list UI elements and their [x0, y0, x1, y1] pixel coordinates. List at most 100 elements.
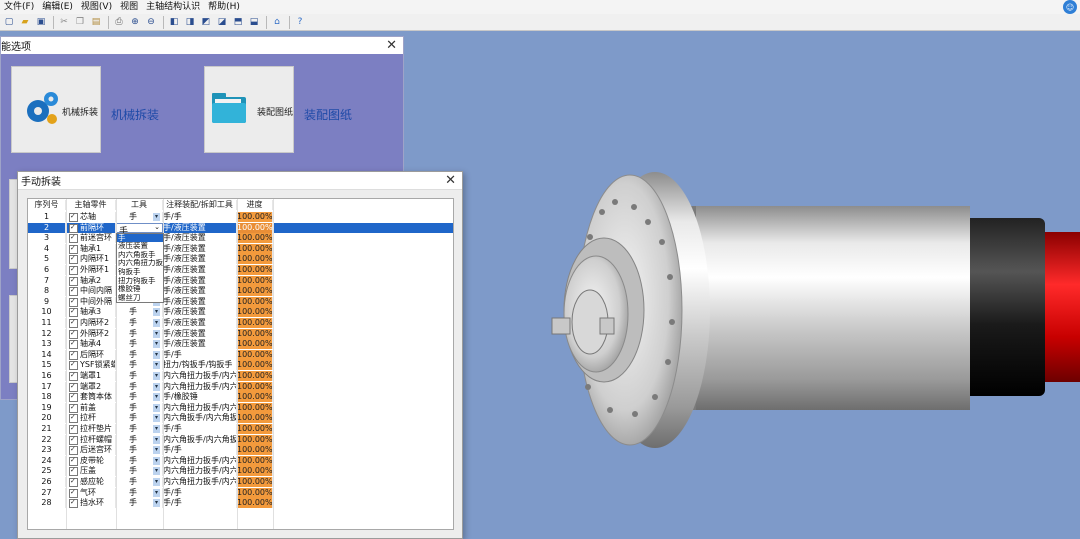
open-folder-icon[interactable]: ▰ [18, 16, 32, 29]
tool-select[interactable]: 手▾ [116, 413, 163, 424]
tool-select[interactable]: 手▾ [116, 402, 163, 413]
part-checkbox[interactable] [69, 488, 78, 498]
menu-help[interactable]: 帮助(H) [204, 0, 244, 14]
table-row[interactable]: 13轴承4手▾手/液压装置100.00% [28, 339, 453, 350]
dropdown-option[interactable]: 液压装置 [117, 242, 163, 251]
table-row[interactable]: 6外隔环1▾手/液压装置100.00% [28, 265, 453, 275]
table-row[interactable]: 27气环手▾手/手100.00% [28, 487, 453, 498]
tool-select[interactable]: 手▾ [116, 392, 163, 403]
part-checkbox[interactable] [69, 371, 78, 381]
dropdown-arrow-icon[interactable]: ▾ [153, 488, 160, 497]
table-row[interactable]: 18套筒本体手▾手/橡胶锤100.00% [28, 392, 453, 403]
part-checkbox[interactable] [69, 424, 78, 434]
dropdown-arrow-icon[interactable]: ▾ [153, 435, 160, 444]
table-row[interactable]: 2前隔环手▾手/液压装置100.00% [28, 222, 453, 233]
menu-spindle-structure[interactable]: 主轴结构认识 [142, 0, 204, 14]
zoom-in-icon[interactable]: ⊕ [128, 16, 142, 29]
home-icon[interactable]: ⌂ [270, 16, 284, 29]
part-checkbox[interactable] [69, 350, 78, 360]
dropdown-option[interactable]: 扭力钩扳手 [117, 277, 163, 286]
part-checkbox[interactable] [69, 286, 78, 297]
tool-select[interactable]: 手▾ [116, 466, 163, 477]
part-checkbox[interactable] [69, 244, 78, 254]
table-row[interactable]: 10轴承3手▾手/液压装置100.00% [28, 307, 453, 318]
cut-icon[interactable]: ✂ [57, 16, 71, 29]
new-file-icon[interactable]: ▢ [2, 16, 16, 29]
dropdown-arrow-icon[interactable]: ▾ [153, 308, 160, 317]
dropdown-arrow-icon[interactable]: ▾ [153, 393, 160, 402]
dropdown-arrow-icon[interactable]: ▾ [153, 446, 160, 455]
save-icon[interactable]: ▣ [34, 16, 48, 29]
dropdown-option[interactable]: 橡胶锤 [117, 285, 163, 294]
user-badge-icon[interactable]: ☺ [1063, 0, 1077, 14]
tool-select[interactable]: 手▾ [116, 477, 163, 487]
menu-view-v[interactable]: 视图(V) [77, 0, 116, 14]
options-close-icon[interactable]: ✕ [386, 39, 397, 52]
dropdown-arrow-icon[interactable]: ▾ [153, 329, 160, 338]
tool-combo-open[interactable]: 手 ⌄ [116, 222, 163, 237]
view-left-icon[interactable]: ◩ [199, 16, 213, 29]
help-icon[interactable]: ? [293, 16, 307, 29]
part-checkbox[interactable] [69, 212, 78, 222]
tool-select[interactable]: 手▾ [116, 212, 163, 222]
menu-file[interactable]: 文件(F) [0, 0, 38, 14]
menu-edit[interactable]: 编辑(E) [38, 0, 77, 14]
table-row[interactable]: 21拉杆垫片手▾手/手100.00% [28, 424, 453, 434]
part-checkbox[interactable] [69, 297, 78, 307]
table-row[interactable]: 12外隔环2手▾手/液压装置100.00% [28, 328, 453, 339]
tool-select[interactable]: 手▾ [116, 498, 163, 509]
table-row[interactable]: 4轴承1▾手/液压装置100.00% [28, 243, 453, 254]
tool-select[interactable]: 手▾ [116, 455, 163, 466]
part-checkbox[interactable] [69, 445, 78, 456]
dropdown-arrow-icon[interactable]: ▾ [153, 425, 160, 433]
part-checkbox[interactable] [69, 392, 78, 403]
part-checkbox[interactable] [69, 466, 78, 477]
table-row[interactable]: 1芯轴手▾手/手100.00% [28, 212, 453, 222]
dropdown-arrow-icon[interactable]: ▾ [153, 361, 160, 370]
table-row[interactable]: 24皮带轮手▾内六角扭力扳手/内六100.00% [28, 455, 453, 466]
part-checkbox[interactable] [69, 329, 78, 339]
view-bottom-icon[interactable]: ⬓ [247, 16, 261, 29]
dropdown-arrow-icon[interactable]: ▾ [153, 403, 160, 412]
part-checkbox[interactable] [69, 339, 78, 350]
part-checkbox[interactable] [69, 413, 78, 424]
dropdown-arrow-icon[interactable]: ▾ [153, 213, 160, 221]
tool-select[interactable]: 手▾ [116, 339, 163, 350]
table-row[interactable]: 7轴承2▾手/液压装置100.00% [28, 275, 453, 286]
dropdown-option[interactable]: 内六角扳手 [117, 251, 163, 260]
part-checkbox[interactable] [69, 254, 78, 265]
table-row[interactable]: 15YSF锁紧螺手▾扭力/钩扳手/钩扳手100.00% [28, 360, 453, 371]
tile-assembly-drawings[interactable]: 装配图纸 [204, 66, 294, 153]
tile-big-label-mechanical[interactable]: 机械拆装 [111, 106, 159, 123]
dialog-close-icon[interactable]: ✕ [445, 174, 456, 187]
tool-select[interactable]: 手▾ [116, 328, 163, 339]
table-row[interactable]: 20拉杆手▾内六角扳手/内六角扳100.00% [28, 413, 453, 424]
view-top-icon[interactable]: ⬒ [231, 16, 245, 29]
part-checkbox[interactable] [69, 435, 78, 445]
chevron-down-icon[interactable]: ⌄ [154, 223, 160, 231]
table-row[interactable]: 3前迷宫环▾手/液压装置100.00% [28, 233, 453, 244]
dropdown-arrow-icon[interactable]: ▾ [153, 478, 160, 486]
part-checkbox[interactable] [69, 223, 78, 233]
paste-icon[interactable]: ▤ [89, 16, 103, 29]
table-row[interactable]: 23后迷宫环手▾手/手100.00% [28, 445, 453, 456]
dropdown-arrow-icon[interactable]: ▾ [153, 350, 160, 359]
tool-select[interactable]: 手▾ [116, 307, 163, 318]
dropdown-option[interactable]: 螺丝刀 [117, 294, 163, 303]
dropdown-option[interactable]: 内六角扭力扳手 [117, 259, 163, 268]
tool-select[interactable]: 手▾ [116, 381, 163, 392]
part-checkbox[interactable] [69, 307, 78, 318]
dropdown-arrow-icon[interactable]: ▾ [153, 382, 160, 391]
table-row[interactable]: 9中间外隔▾手/液压装置100.00% [28, 296, 453, 307]
dropdown-arrow-icon[interactable]: ▾ [153, 467, 160, 476]
part-checkbox[interactable] [69, 477, 78, 487]
part-checkbox[interactable] [69, 233, 78, 244]
table-row[interactable]: 28挡水环手▾手/手100.00% [28, 498, 453, 509]
table-row[interactable]: 11内隔环2手▾手/液压装置100.00% [28, 318, 453, 328]
tool-select[interactable]: 手▾ [116, 445, 163, 456]
print-icon[interactable]: ⎙ [112, 16, 126, 29]
view-front-icon[interactable]: ◧ [167, 16, 181, 29]
table-row[interactable]: 22拉杆螺帽手▾内六角扳手/内六角扳100.00% [28, 434, 453, 445]
dropdown-arrow-icon[interactable]: ▾ [153, 456, 160, 465]
copy-icon[interactable]: ❐ [73, 16, 87, 29]
